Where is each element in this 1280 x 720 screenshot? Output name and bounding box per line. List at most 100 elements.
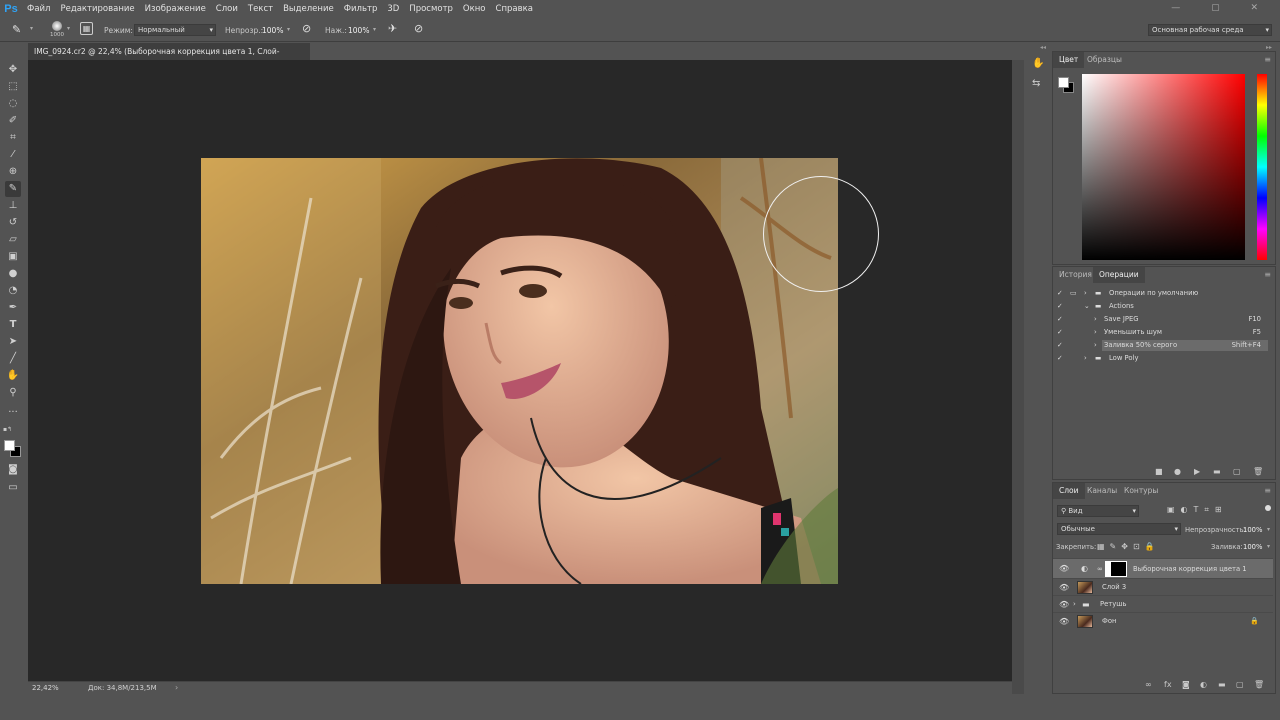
layer-name[interactable]: Фон xyxy=(1102,613,1116,630)
tab-channels[interactable]: Каналы xyxy=(1081,483,1123,499)
line-tool-icon[interactable]: ╱ xyxy=(5,351,21,367)
properties-panel-icon[interactable]: ⇆ xyxy=(1032,78,1040,89)
more-tools-icon[interactable]: ··· xyxy=(5,405,21,421)
menu-layers[interactable]: Слои xyxy=(211,0,243,18)
link-icon[interactable]: ∞ xyxy=(1097,559,1103,579)
default-colors-icon[interactable]: ▪↰ xyxy=(3,426,12,433)
action-set-row[interactable]: ✓ › ▬ Low Poly xyxy=(1053,352,1273,365)
menu-filter[interactable]: Фильтр xyxy=(339,0,383,18)
chevron-down-icon[interactable]: ▾ xyxy=(30,25,33,32)
healing-brush-tool-icon[interactable]: ⊕ xyxy=(5,164,21,180)
trash-icon[interactable]: 🗑 xyxy=(1253,467,1263,476)
collapse-icon[interactable]: ◂◂ xyxy=(1040,44,1046,51)
brush-tool-icon[interactable]: ✎ xyxy=(5,181,21,197)
menu-window[interactable]: Окно xyxy=(458,0,491,18)
history-panel-icon[interactable]: ✋ xyxy=(1032,58,1044,69)
new-action-icon[interactable]: ▢ xyxy=(1233,467,1241,476)
chevron-down-icon[interactable]: ▾ xyxy=(67,25,70,32)
layer-name[interactable]: Ретушь xyxy=(1100,596,1127,613)
add-mask-icon[interactable]: ◙ xyxy=(1182,680,1190,689)
menu-select[interactable]: Выделение xyxy=(278,0,339,18)
action-row[interactable]: ✓ › Save JPEG F10 xyxy=(1053,313,1273,326)
eye-icon[interactable]: 👁 xyxy=(1059,559,1069,579)
photo-canvas[interactable] xyxy=(201,158,838,584)
eye-icon[interactable]: 👁 xyxy=(1059,579,1069,596)
color-field[interactable] xyxy=(1082,74,1245,260)
chevron-down-icon[interactable]: ▾ xyxy=(1267,543,1270,550)
layer-name[interactable]: Выборочная коррекция цвета 1 xyxy=(1133,559,1247,579)
new-adjustment-icon[interactable]: ◐ xyxy=(1200,680,1207,689)
brush-tool-icon[interactable]: ✎ xyxy=(12,23,21,36)
blend-mode-select[interactable]: Обычные ▾ xyxy=(1057,523,1181,535)
eye-icon[interactable]: 👁 xyxy=(1059,596,1069,613)
blur-tool-icon[interactable]: ● xyxy=(5,266,21,282)
tab-color[interactable]: Цвет xyxy=(1053,52,1085,68)
layer-row[interactable]: 👁 Слой 3 xyxy=(1053,578,1273,595)
menu-view[interactable]: Просмотр xyxy=(404,0,458,18)
opacity-value[interactable]: 100% xyxy=(262,26,283,35)
flow-value[interactable]: 100% xyxy=(348,26,369,35)
new-group-icon[interactable]: ▬ xyxy=(1218,680,1226,689)
chevron-down-icon[interactable]: ▾ xyxy=(1267,526,1270,533)
chevron-down-icon[interactable]: ▾ xyxy=(287,26,290,33)
gradient-tool-icon[interactable]: ▣ xyxy=(5,249,21,265)
history-brush-tool-icon[interactable]: ↺ xyxy=(5,215,21,231)
eraser-tool-icon[interactable]: ▱ xyxy=(5,232,21,248)
tab-swatches[interactable]: Образцы xyxy=(1081,52,1128,68)
move-tool-icon[interactable]: ✥ xyxy=(5,62,21,78)
zoom-level[interactable]: 22,42% xyxy=(32,684,59,692)
layer-mask-thumbnail[interactable] xyxy=(1105,561,1127,577)
clone-stamp-tool-icon[interactable]: ⊥ xyxy=(5,198,21,214)
collapse-icon[interactable]: ▸▸ xyxy=(1266,44,1272,51)
panel-menu-icon[interactable]: ≡ xyxy=(1264,270,1271,279)
play-icon[interactable]: ▶ xyxy=(1194,467,1200,476)
foreground-color-swatch[interactable] xyxy=(1058,77,1069,88)
tab-history[interactable]: История xyxy=(1053,267,1098,283)
fx-icon[interactable]: fx xyxy=(1164,680,1172,689)
brush-panel-icon[interactable]: ▦ xyxy=(80,22,93,35)
quick-select-tool-icon[interactable]: ✐ xyxy=(5,113,21,129)
tab-layers[interactable]: Слои xyxy=(1053,483,1085,499)
action-set-row[interactable]: ✓ ⌄ ▬ Actions xyxy=(1053,300,1273,313)
brush-preview-icon[interactable] xyxy=(52,21,62,31)
record-icon[interactable]: ● xyxy=(1174,467,1181,476)
lock-icons[interactable]: ▦✎✥⊡🔒 xyxy=(1097,542,1160,551)
panel-menu-icon[interactable]: ≡ xyxy=(1264,55,1271,64)
screen-mode-icon[interactable]: ▭ xyxy=(5,480,21,496)
vertical-scrollbar[interactable] xyxy=(1012,60,1024,694)
menu-3d[interactable]: 3D xyxy=(382,0,404,18)
trash-icon[interactable]: 🗑 xyxy=(1254,680,1264,689)
foreground-color-swatch[interactable] xyxy=(4,440,15,451)
type-tool-icon[interactable]: T xyxy=(5,317,21,333)
document-tab[interactable]: IMG_0924.cr2 @ 22,4% (Выборочная коррекц… xyxy=(28,43,310,73)
crop-tool-icon[interactable]: ⌗ xyxy=(5,130,21,146)
workspace-select[interactable]: Основная рабочая среда ▾ xyxy=(1148,24,1272,36)
stop-icon[interactable]: ■ xyxy=(1155,467,1163,476)
tab-actions[interactable]: Операции xyxy=(1093,267,1145,283)
layer-row[interactable]: 👁 › ▬ Ретушь xyxy=(1053,595,1273,612)
chevron-right-icon[interactable]: › xyxy=(1073,596,1076,613)
hue-slider[interactable] xyxy=(1257,74,1267,260)
new-set-icon[interactable]: ▬ xyxy=(1213,467,1221,476)
filter-toggle[interactable] xyxy=(1265,505,1271,511)
quick-mask-icon[interactable]: ◙ xyxy=(5,462,21,478)
menu-file[interactable]: Файл xyxy=(22,0,55,18)
menu-help[interactable]: Справка xyxy=(491,0,538,18)
pressure-size-icon[interactable]: ⊘ xyxy=(414,22,423,35)
airbrush-icon[interactable]: ✈ xyxy=(388,22,397,35)
dodge-tool-icon[interactable]: ◔ xyxy=(5,283,21,299)
path-select-tool-icon[interactable]: ➤ xyxy=(5,334,21,350)
mode-select[interactable]: Нормальный ▾ xyxy=(134,24,216,36)
layer-filter-icons[interactable]: ▣◐T⌗⊞ xyxy=(1167,505,1228,515)
opacity-value[interactable]: 100% xyxy=(1243,526,1262,534)
link-layers-icon[interactable]: ∞ xyxy=(1145,680,1152,689)
lasso-tool-icon[interactable]: ◌ xyxy=(5,96,21,112)
tab-paths[interactable]: Контуры xyxy=(1118,483,1164,499)
action-row-selected[interactable]: ✓ › Заливка 50% серого Shift+F4 xyxy=(1053,339,1273,352)
panel-menu-icon[interactable]: ≡ xyxy=(1264,486,1271,495)
action-set-row[interactable]: ✓ ▭ › ▬ Операции по умолчанию xyxy=(1053,287,1273,300)
chevron-right-icon[interactable]: › xyxy=(175,683,178,692)
action-row[interactable]: ✓ › Уменьшить шум F5 xyxy=(1053,326,1273,339)
new-layer-icon[interactable]: ▢ xyxy=(1236,680,1244,689)
layer-row-selected[interactable]: 👁 ◐ ∞ Выборочная коррекция цвета 1 xyxy=(1053,558,1273,578)
